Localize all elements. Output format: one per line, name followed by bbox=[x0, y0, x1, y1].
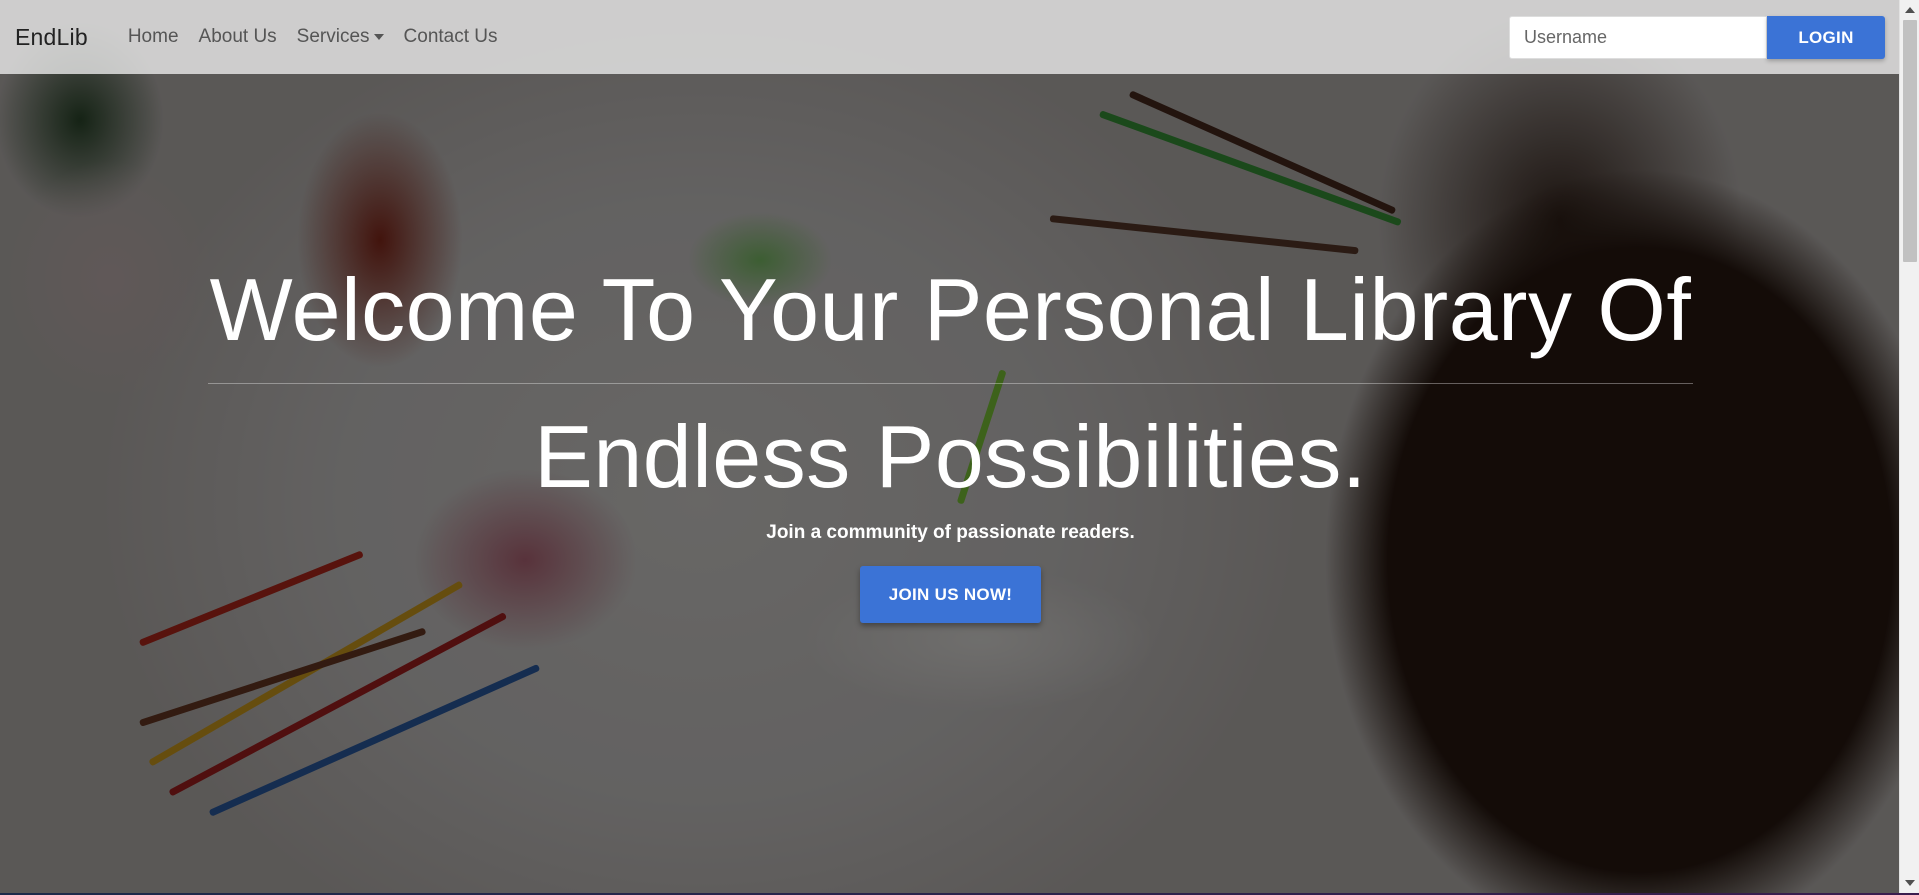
arrow-up-icon[interactable] bbox=[1905, 7, 1915, 13]
login-button[interactable]: LOGIN bbox=[1767, 16, 1885, 59]
page-scrollbar[interactable] bbox=[1899, 0, 1919, 893]
nav-links: Home About Us Services Contact Us bbox=[118, 18, 508, 56]
nav-dropdown-services[interactable]: Services bbox=[287, 18, 394, 56]
top-navbar: EndLib Home About Us Services Contact Us… bbox=[0, 0, 1899, 74]
page-viewport: EndLib Home About Us Services Contact Us… bbox=[0, 0, 1899, 893]
join-us-button[interactable]: JOIN US NOW! bbox=[860, 566, 1041, 623]
hero-section: Welcome To Your Personal Library Of Endl… bbox=[208, 255, 1693, 623]
nav-link-about-us[interactable]: About Us bbox=[189, 18, 287, 56]
hero-title-line-2: Endless Possibilities. bbox=[534, 407, 1367, 506]
username-input[interactable] bbox=[1509, 16, 1767, 59]
nav-dropdown-services-label: Services bbox=[296, 26, 370, 47]
hero-title-line-1: Welcome To Your Personal Library Of bbox=[209, 260, 1692, 359]
brand-logo[interactable]: EndLib bbox=[15, 24, 88, 51]
nav-link-home[interactable]: Home bbox=[118, 18, 189, 56]
login-form: LOGIN bbox=[1509, 16, 1885, 59]
nav-link-contact-us[interactable]: Contact Us bbox=[394, 18, 508, 56]
hero-divider bbox=[208, 383, 1693, 384]
chevron-down-icon bbox=[373, 34, 384, 40]
scrollbar-thumb[interactable] bbox=[1903, 20, 1917, 262]
arrow-down-icon[interactable] bbox=[1905, 880, 1915, 886]
hero-subtitle: Join a community of passionate readers. bbox=[766, 522, 1135, 543]
